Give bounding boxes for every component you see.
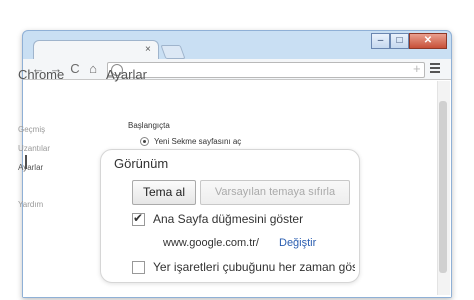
get-themes-button[interactable]: Tema al [132, 180, 196, 205]
show-bookmarks-bar-label: Yer işaretleri çubuğunu her zaman göster [153, 260, 355, 274]
window-controls: – □ ✕ [371, 33, 447, 49]
bookmark-star-icon[interactable]: + [413, 61, 421, 76]
change-home-link[interactable]: Değiştir [279, 237, 316, 249]
address-bar[interactable] [107, 62, 425, 78]
tab-settings[interactable] [33, 40, 159, 61]
chrome-menu-icon[interactable] [430, 63, 440, 75]
startup-newtab-label: Yeni Sekme sayfasını aç [154, 137, 242, 146]
maximize-button[interactable]: □ [390, 33, 409, 49]
startup-newtab-radio[interactable] [140, 137, 149, 146]
appearance-heading: Görünüm [114, 156, 169, 171]
sidebar-item-settings[interactable]: Ayarlar [18, 163, 43, 172]
reset-theme-button[interactable]: Varsayılan temaya sıfırla [200, 180, 350, 205]
home-icon[interactable]: ⌂ [86, 62, 100, 76]
chrome-brand-label: Chrome [18, 67, 65, 82]
sidebar-item-extensions[interactable]: Uzantılar [18, 144, 50, 153]
startup-heading: Başlangıçta [128, 121, 170, 130]
close-window-button[interactable]: ✕ [409, 33, 447, 49]
minimize-button[interactable]: – [371, 33, 390, 49]
page-title: Ayarlar [106, 67, 147, 82]
show-home-button-label: Ana Sayfa düğmesini göster [153, 212, 304, 226]
home-page-url: www.google.com.tr/ [163, 237, 259, 249]
reload-icon[interactable]: C [68, 62, 82, 76]
tab-close-icon[interactable]: × [145, 44, 151, 55]
sidebar-item-help[interactable]: Yardım [18, 200, 43, 209]
new-tab-button[interactable] [160, 45, 186, 59]
show-bookmarks-bar-checkbox[interactable] [132, 261, 145, 274]
show-home-button-checkbox[interactable] [132, 211, 145, 226]
sidebar-item-history[interactable]: Geçmiş [18, 125, 45, 134]
scrollbar-thumb[interactable] [439, 101, 447, 273]
